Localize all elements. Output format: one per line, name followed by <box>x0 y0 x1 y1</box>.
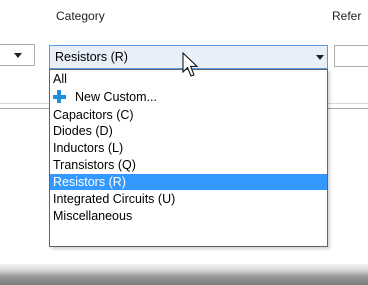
dropdown-option-new-custom[interactable]: New Custom... <box>50 89 327 105</box>
option-label: New Custom... <box>75 90 157 104</box>
dropdown-option-inductors[interactable]: Inductors (L) <box>50 140 327 156</box>
option-label: Miscellaneous <box>53 209 133 223</box>
left-combobox[interactable] <box>0 44 35 66</box>
category-combobox-value: Resistors (R) <box>55 50 128 64</box>
reference-label: Refer <box>332 9 362 23</box>
dropdown-option-transistors[interactable]: Transistors (Q) <box>50 157 327 173</box>
option-label: All <box>53 72 67 86</box>
option-label: Capacitors (C) <box>53 108 134 122</box>
option-label: Resistors (R) <box>53 175 126 189</box>
dropdown-option-miscellaneous[interactable]: Miscellaneous <box>50 208 327 224</box>
chevron-down-icon[interactable] <box>14 53 22 58</box>
dropdown-option-integrated-circuits[interactable]: Integrated Circuits (U) <box>50 191 327 207</box>
dropdown-option-diodes[interactable]: Diodes (D) <box>50 123 327 139</box>
option-label: Diodes (D) <box>53 124 113 138</box>
bottom-shadow-bar <box>0 264 368 285</box>
category-dropdown-list: All New Custom... Capacitors (C) Diodes … <box>49 69 328 247</box>
mouse-pointer-icon <box>182 52 199 77</box>
plus-icon <box>53 90 66 103</box>
dropdown-option-resistors[interactable]: Resistors (R) <box>50 174 327 190</box>
chevron-down-icon[interactable] <box>316 55 324 60</box>
category-label: Category <box>56 9 105 23</box>
option-label: Transistors (Q) <box>53 158 136 172</box>
reference-input[interactable] <box>334 45 368 67</box>
option-label: Inductors (L) <box>53 141 124 155</box>
option-label: Integrated Circuits (U) <box>53 192 176 206</box>
dropdown-option-capacitors[interactable]: Capacitors (C) <box>50 107 327 123</box>
